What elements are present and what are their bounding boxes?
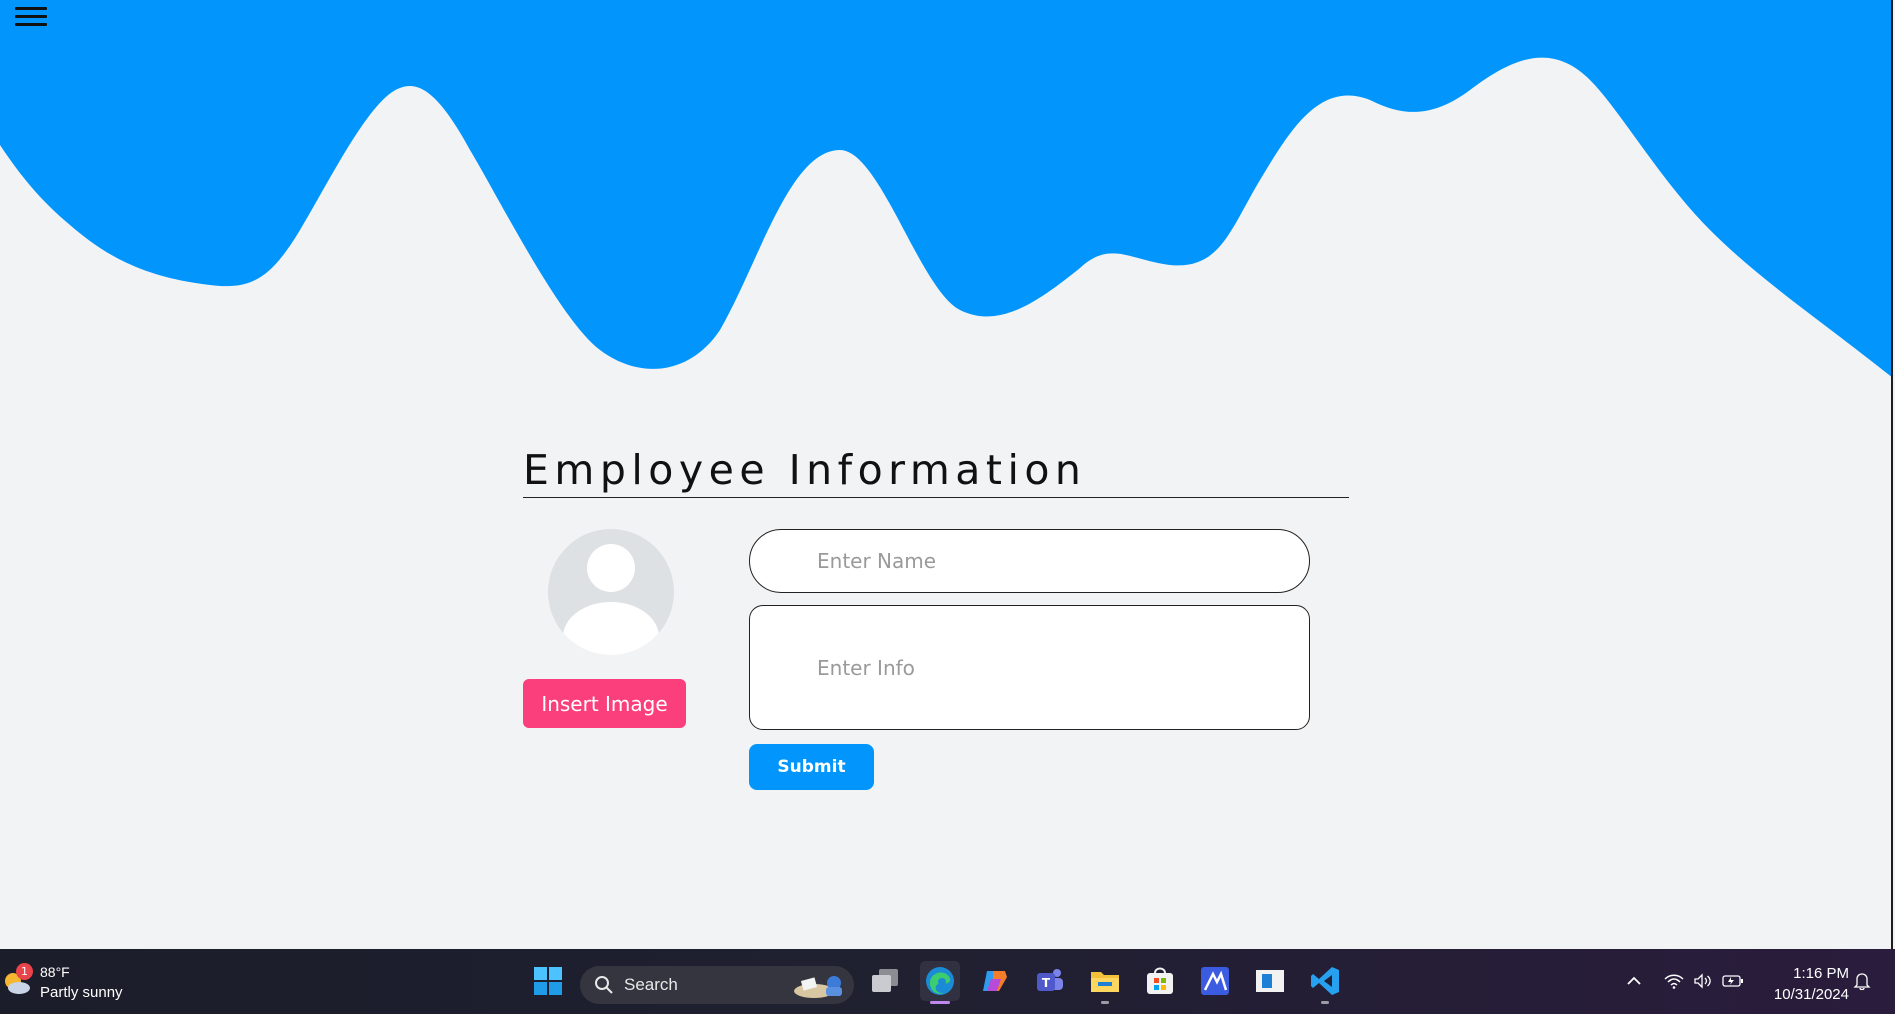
page-title: Employee Information [523,446,1087,494]
chevron-up-icon[interactable] [1622,966,1646,996]
wifi-icon[interactable] [1662,966,1686,996]
edge-icon[interactable] [920,961,960,1004]
copilot-icon[interactable] [975,961,1015,1001]
search-highlight-icon [794,976,842,998]
clock-date[interactable]: 10/31/2024 [1760,986,1849,1003]
volume-icon[interactable] [1691,966,1715,996]
teams-icon[interactable]: T [1030,961,1070,1001]
weather-badge: 1 [16,963,33,980]
name-input[interactable] [749,529,1310,593]
weather-widget[interactable]: 1 88°F Partly sunny [0,963,130,1005]
vscode-icon[interactable] [1305,961,1345,1004]
windows-start-icon[interactable] [528,961,568,1001]
info-textarea[interactable] [749,605,1310,730]
battery-icon[interactable] [1720,966,1746,996]
taskbar-search[interactable]: Search [580,966,854,1004]
notification-bell-icon[interactable] [1850,966,1874,996]
microsoft-store-icon[interactable] [1140,961,1180,1001]
user-avatar-icon [548,529,674,655]
file-explorer-icon[interactable] [1085,961,1125,1004]
browser-viewport: Employee Information Insert Image Submit [0,0,1893,949]
window-app-icon[interactable] [1250,961,1290,1001]
clock-time[interactable]: 1:16 PM [1775,965,1849,982]
task-view-icon[interactable] [865,961,905,1001]
svg-text:T: T [1042,976,1051,990]
search-icon [595,976,613,994]
title-divider [523,497,1349,498]
submit-button[interactable]: Submit [749,744,874,790]
app-icon[interactable] [1195,961,1235,1001]
search-label: Search [624,975,678,994]
weather-temperature: 88°F [40,964,70,980]
insert-image-button[interactable]: Insert Image [523,679,686,728]
header-wave [0,0,1893,378]
window-edge [1891,0,1893,949]
taskbar: 1 88°F Partly sunny Search T 1:16 PM 10/… [0,949,1895,1014]
weather-condition: Partly sunny [40,984,123,1001]
hamburger-icon[interactable] [15,2,47,28]
